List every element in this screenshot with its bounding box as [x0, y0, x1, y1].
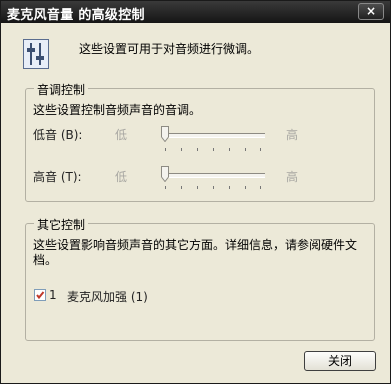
- advanced-controls-dialog: 麦克风音量 的高级控制 × 这些设置可用于对音频进行微调。 音调控制 这些设置控…: [0, 0, 391, 384]
- treble-slider-track: [161, 173, 265, 178]
- mic-boost-number: 1: [49, 288, 57, 302]
- treble-low-label: 低: [115, 170, 128, 184]
- treble-slider-thumb[interactable]: [161, 166, 169, 183]
- close-button[interactable]: 关闭: [304, 351, 376, 371]
- bass-high-label: 高: [286, 128, 299, 142]
- tone-control-title: 音调控制: [34, 81, 89, 98]
- bass-slider[interactable]: [161, 126, 265, 151]
- treble-slider[interactable]: [161, 166, 265, 189]
- bass-slider-track: [161, 133, 265, 138]
- mic-boost-label[interactable]: 麦克风加强 (1): [67, 288, 148, 305]
- tone-control-description: 这些设置控制音频声音的音调。: [33, 103, 202, 117]
- close-window-button[interactable]: ×: [358, 3, 384, 20]
- treble-high-label: 高: [286, 170, 299, 184]
- treble-slider-ticks: [165, 186, 261, 189]
- bass-slider-thumb[interactable]: [161, 126, 169, 143]
- mic-boost-checkbox[interactable]: [34, 289, 46, 301]
- other-control-title: 其它控制: [34, 216, 89, 233]
- bass-label: 低音 (B):: [33, 128, 83, 142]
- bass-low-label: 低: [115, 128, 128, 142]
- window-title: 麦克风音量 的高级控制: [7, 8, 145, 23]
- other-control-description: 这些设置影响音频声音的其它方面。详细信息，请参阅硬件文档。: [33, 238, 358, 267]
- mixer-settings-icon: [23, 39, 49, 69]
- bass-slider-ticks: [165, 148, 261, 151]
- treble-label: 高音 (T):: [33, 170, 82, 184]
- title-bar[interactable]: 麦克风音量 的高级控制 ×: [1, 1, 390, 23]
- header-description: 这些设置可用于对音频进行微调。: [79, 42, 260, 56]
